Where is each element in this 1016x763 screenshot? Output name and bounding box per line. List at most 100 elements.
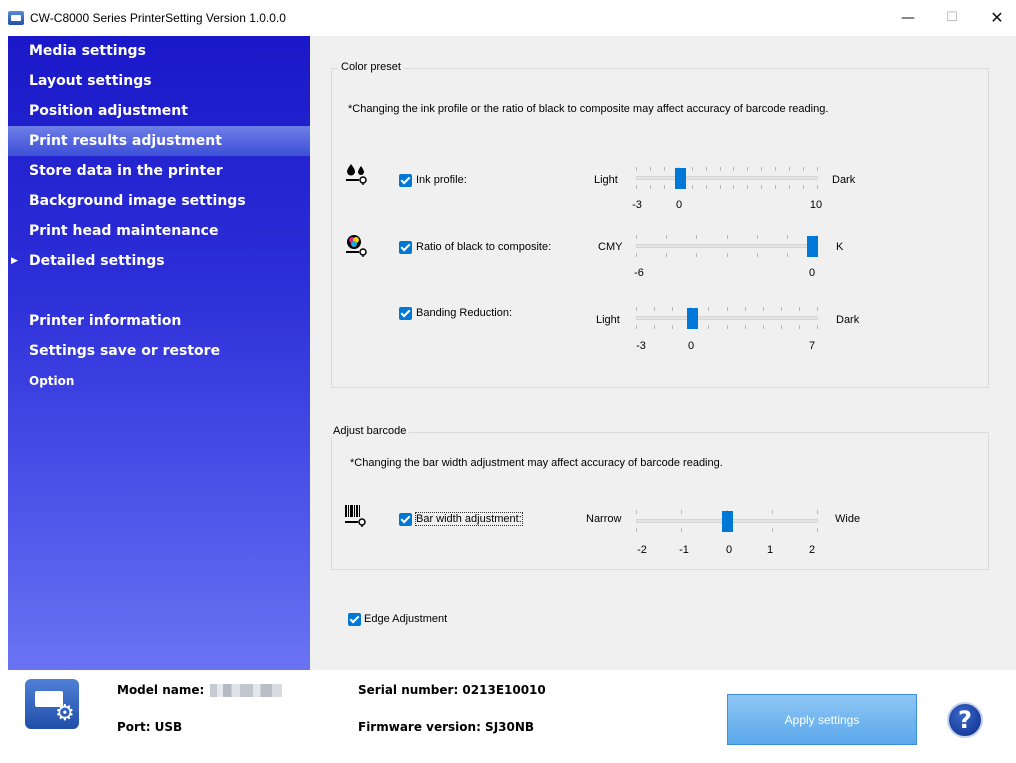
slider-tick xyxy=(727,325,728,329)
banding-max-label: 7 xyxy=(808,340,816,352)
slider-tick xyxy=(817,167,818,171)
slider-tick xyxy=(817,510,818,514)
sidebar-item-label: Media settings xyxy=(29,43,146,59)
sidebar-item-settings-save-restore[interactable]: Settings save or restore xyxy=(8,336,310,366)
ink-profile-checkbox[interactable] xyxy=(399,174,412,187)
slider-tick xyxy=(666,235,667,239)
banding-checkbox[interactable] xyxy=(399,307,412,320)
sidebar-item-label: Background image settings xyxy=(29,193,246,209)
slider-thumb[interactable] xyxy=(722,511,733,532)
slider-tick xyxy=(787,253,788,257)
slider-tick xyxy=(666,253,667,257)
bar-width-min-end: Narrow xyxy=(586,513,622,525)
slider-tick xyxy=(654,325,655,329)
sidebar-item-option[interactable]: Option xyxy=(8,366,310,396)
apply-settings-button[interactable]: Apply settings xyxy=(727,694,917,745)
sidebar-item-print-head-maintenance[interactable]: Print head maintenance xyxy=(8,216,310,246)
bar-width-label: Bar width adjustment: xyxy=(415,512,523,526)
window-title: CW-C8000 Series PrinterSetting Version 1… xyxy=(30,11,286,25)
ink-profile-zero-label: 0 xyxy=(675,199,683,211)
slider-thumb[interactable] xyxy=(675,168,686,189)
sidebar-item-label: Print head maintenance xyxy=(29,223,219,239)
sidebar-item-position-adjustment[interactable]: Position adjustment xyxy=(8,96,310,126)
help-button[interactable]: ? xyxy=(947,702,983,738)
model-name: Model name: xyxy=(117,683,283,697)
minimize-button[interactable]: — xyxy=(893,6,923,30)
slider-tick xyxy=(727,307,728,311)
slider-tick xyxy=(636,528,637,532)
slider-tick xyxy=(650,167,651,171)
ink-profile-slider[interactable] xyxy=(636,161,818,195)
slider-tick xyxy=(636,235,637,239)
slider-tick xyxy=(696,253,697,257)
ratio-min-end: CMY xyxy=(598,241,623,253)
slider-tick xyxy=(757,253,758,257)
sidebar-item-label: Layout settings xyxy=(29,73,152,89)
ratio-min-label: -6 xyxy=(634,267,644,279)
slider-tick xyxy=(799,307,800,311)
slider-tick xyxy=(636,167,637,171)
ratio-max-end: K xyxy=(836,241,844,253)
banding-slider[interactable] xyxy=(636,301,818,335)
slider-tick xyxy=(636,325,637,329)
bar-width-tick-label: 0 xyxy=(725,544,733,556)
slider-thumb[interactable] xyxy=(687,308,698,329)
bar-width-tick-label: -1 xyxy=(679,544,689,556)
adjust-barcode-note: *Changing the bar width adjustment may a… xyxy=(350,457,723,469)
sidebar-item-label: Position adjustment xyxy=(29,103,188,119)
slider-tick xyxy=(727,235,728,239)
sidebar-item-media-settings[interactable]: Media settings xyxy=(8,36,310,66)
ink-profile-min-label: -3 xyxy=(632,199,642,211)
slider-tick xyxy=(650,185,651,189)
barcode-icon xyxy=(345,505,366,527)
main-panel: Color preset *Changing the ink profile o… xyxy=(310,36,1016,670)
ink-profile-label: Ink profile: xyxy=(416,174,467,186)
slider-tick xyxy=(745,307,746,311)
slider-tick xyxy=(747,167,748,171)
bar-width-tick-label: 1 xyxy=(766,544,774,556)
slider-tick xyxy=(745,325,746,329)
slider-tick xyxy=(763,307,764,311)
expand-arrow-icon: ▶ xyxy=(11,256,18,266)
sidebar-item-print-results-adjustment[interactable]: Print results adjustment xyxy=(8,126,310,156)
sidebar-item-printer-information[interactable]: Printer information xyxy=(8,306,310,336)
slider-tick xyxy=(636,307,637,311)
bar-width-tick-label: -2 xyxy=(637,544,647,556)
slider-tick xyxy=(781,307,782,311)
banding-max-end: Dark xyxy=(836,314,860,326)
slider-tick xyxy=(781,325,782,329)
slider-thumb[interactable] xyxy=(807,236,818,257)
slider-tick xyxy=(636,510,637,514)
slider-tick xyxy=(672,307,673,311)
color-ratio-icon xyxy=(346,235,367,257)
ratio-max-label: 0 xyxy=(808,267,816,279)
sidebar-item-layout-settings[interactable]: Layout settings xyxy=(8,66,310,96)
ratio-checkbox[interactable] xyxy=(399,241,412,254)
slider-tick xyxy=(654,307,655,311)
banding-label: Banding Reduction: xyxy=(416,307,513,319)
slider-tick xyxy=(787,235,788,239)
slider-tick xyxy=(775,167,776,171)
slider-tick xyxy=(733,185,734,189)
port-info: Port: USB xyxy=(117,720,183,734)
color-preset-title: Color preset xyxy=(338,61,404,73)
sidebar-item-store-data[interactable]: Store data in the printer xyxy=(8,156,310,186)
title-bar: CW-C8000 Series PrinterSetting Version 1… xyxy=(0,0,1016,36)
close-button[interactable]: ✕ xyxy=(982,6,1012,30)
maximize-button[interactable]: ☐ xyxy=(937,6,967,30)
slider-tick xyxy=(817,307,818,311)
slider-tick xyxy=(692,167,693,171)
edge-adjustment-checkbox[interactable] xyxy=(348,613,361,626)
slider-tick xyxy=(708,325,709,329)
ratio-slider[interactable] xyxy=(636,229,818,263)
slider-tick xyxy=(761,185,762,189)
slider-tick xyxy=(696,235,697,239)
sidebar-item-background-image[interactable]: Background image settings xyxy=(8,186,310,216)
ink-drop-icon xyxy=(346,164,367,185)
bar-width-slider[interactable] xyxy=(636,504,818,538)
sidebar-item-label: Detailed settings xyxy=(29,253,165,269)
sidebar-item-detailed-settings[interactable]: ▶ Detailed settings xyxy=(8,246,310,276)
slider-tick xyxy=(706,167,707,171)
bar-width-checkbox[interactable] xyxy=(399,513,412,526)
slider-tick xyxy=(772,510,773,514)
